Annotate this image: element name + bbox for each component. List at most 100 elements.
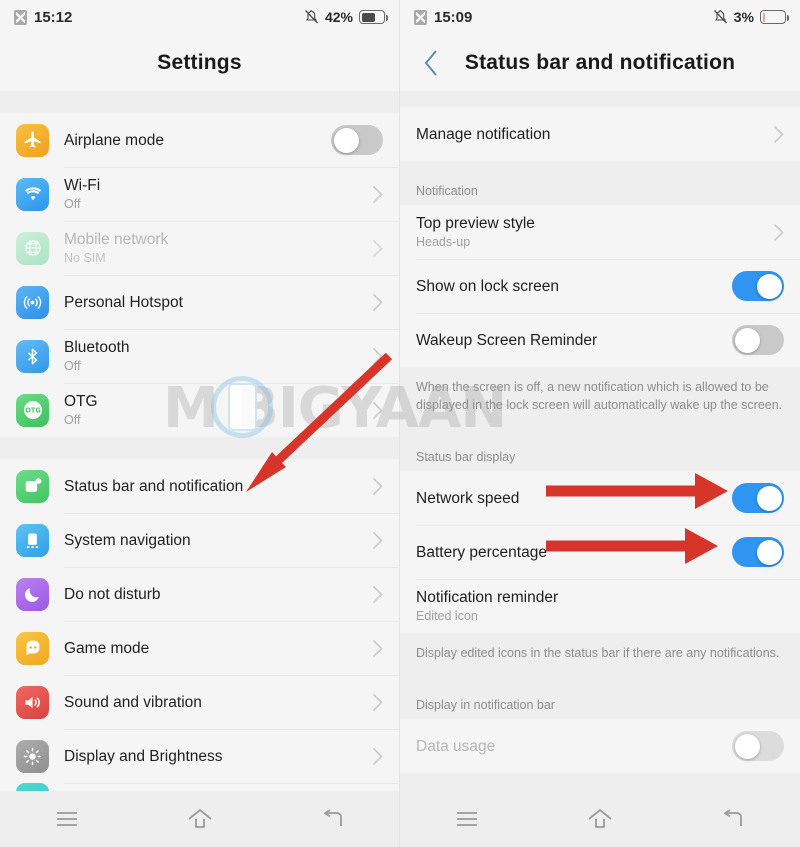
sidebar-item-sublabel: Off bbox=[64, 197, 81, 211]
sidebar-item-label: Status bar and notification bbox=[64, 477, 244, 495]
sidebar-item-status-bar-and-notification[interactable]: Status bar and notification bbox=[0, 459, 399, 513]
sidebar-item-label: Mobile network bbox=[64, 231, 169, 248]
battery-percentage-toggle[interactable] bbox=[732, 537, 784, 567]
svg-text:OTG: OTG bbox=[25, 407, 41, 415]
data-usage-toggle[interactable] bbox=[732, 731, 784, 761]
right-phone-panel: 15:09 3% Status bar and notification Man… bbox=[400, 0, 800, 847]
chevron-right-icon bbox=[773, 125, 784, 144]
row-wakeup-screen-reminder[interactable]: Wakeup Screen Reminder bbox=[400, 313, 800, 367]
list-gap bbox=[0, 437, 399, 459]
left-status-bar: 15:12 42% bbox=[0, 0, 399, 34]
row-label: Network speed bbox=[416, 489, 520, 507]
home-button[interactable] bbox=[572, 799, 628, 839]
game-mode-icon bbox=[16, 631, 49, 665]
left-phone-panel: 15:12 42% Settings Airplane mode Wi-Fi O… bbox=[0, 0, 400, 847]
row-label: Manage notification bbox=[416, 125, 551, 143]
chevron-right-icon bbox=[372, 293, 383, 312]
airplane-mode-toggle[interactable] bbox=[331, 125, 383, 155]
sidebar-item-airplane-mode[interactable]: Airplane mode bbox=[0, 113, 399, 167]
screenshot-root: 15:12 42% Settings Airplane mode Wi-Fi O… bbox=[0, 0, 800, 847]
chevron-right-icon bbox=[773, 223, 784, 242]
chevron-right-icon bbox=[372, 347, 383, 366]
chevron-right-icon bbox=[372, 693, 383, 712]
row-texts: Personal Hotspot bbox=[64, 293, 362, 312]
row-texts: Data usage bbox=[416, 737, 722, 756]
sidebar-item-label: Airplane mode bbox=[64, 131, 164, 149]
manage-notification-group: Manage notification bbox=[400, 107, 800, 161]
sidebar-item-mobile-network[interactable]: Mobile network No SIM bbox=[0, 221, 399, 275]
back-navigation-button[interactable] bbox=[414, 46, 448, 80]
recents-button[interactable] bbox=[439, 799, 495, 839]
network-speed-toggle[interactable] bbox=[732, 483, 784, 513]
row-texts: Network speed bbox=[416, 489, 722, 508]
row-texts: Battery percentage bbox=[416, 543, 722, 562]
right-status-bar: 15:09 3% bbox=[400, 0, 800, 34]
row-texts: Display and Brightness bbox=[64, 747, 362, 766]
show-on-lock-screen-toggle[interactable] bbox=[732, 271, 784, 301]
sim-card-off-icon bbox=[414, 9, 427, 25]
sidebar-item-sound-and-vibration[interactable]: Sound and vibration bbox=[0, 675, 399, 729]
row-network-speed[interactable]: Network speed bbox=[400, 471, 800, 525]
row-texts: Top preview style Heads-up bbox=[416, 214, 763, 250]
sidebar-item-wifi[interactable]: Wi-Fi Off bbox=[0, 167, 399, 221]
airplane-icon bbox=[16, 123, 49, 157]
sidebar-item-do-not-disturb[interactable]: Do not disturb bbox=[0, 567, 399, 621]
sidebar-item-personal-hotspot[interactable]: Personal Hotspot bbox=[0, 275, 399, 329]
row-notification-reminder[interactable]: Notification reminder Edited icon bbox=[400, 579, 800, 633]
status-bar-left: 15:09 bbox=[414, 9, 472, 26]
sidebar-item-display-and-brightness[interactable]: Display and Brightness bbox=[0, 729, 399, 783]
display-in-notification-bar-group: Data usage bbox=[400, 719, 800, 773]
back-button[interactable] bbox=[305, 799, 361, 839]
recents-button[interactable] bbox=[39, 799, 95, 839]
wakeup-screen-reminder-toggle[interactable] bbox=[732, 325, 784, 355]
sidebar-item-label: System navigation bbox=[64, 531, 191, 549]
status-bar-icon bbox=[16, 469, 49, 503]
status-bar-display-group: Network speed Battery percentage Notific… bbox=[400, 471, 800, 633]
sidebar-item-bluetooth[interactable]: Bluetooth Off bbox=[0, 329, 399, 383]
sidebar-item-sublabel: No SIM bbox=[64, 251, 106, 265]
sidebar-item-game-mode[interactable]: Game mode bbox=[0, 621, 399, 675]
row-top-preview-style[interactable]: Top preview style Heads-up bbox=[400, 205, 800, 259]
wifi-icon bbox=[16, 177, 49, 211]
sidebar-item-label: Do not disturb bbox=[64, 585, 161, 603]
row-texts: Wi-Fi Off bbox=[64, 176, 362, 212]
chevron-right-icon bbox=[372, 477, 383, 496]
status-bar-time: 15:12 bbox=[34, 8, 73, 26]
back-button[interactable] bbox=[705, 799, 761, 839]
status-bar-right: 3% bbox=[713, 9, 789, 25]
row-data-usage[interactable]: Data usage bbox=[400, 719, 800, 773]
list-gap bbox=[400, 427, 800, 443]
edited-icons-description: Display edited icons in the status bar i… bbox=[400, 633, 800, 675]
row-texts: Mobile network No SIM bbox=[64, 230, 362, 266]
section-header-status-bar-display: Status bar display bbox=[400, 443, 800, 471]
sidebar-item-label: Bluetooth bbox=[64, 339, 130, 356]
home-button[interactable] bbox=[172, 799, 228, 839]
bell-muted-icon bbox=[713, 9, 728, 25]
sidebar-item-system-navigation[interactable]: System navigation bbox=[0, 513, 399, 567]
section-header-notification: Notification bbox=[400, 177, 800, 205]
row-manage-notification[interactable]: Manage notification bbox=[400, 107, 800, 161]
sim-card-off-icon bbox=[14, 9, 27, 25]
row-label: Notification reminder bbox=[416, 589, 559, 606]
row-sublabel: Heads-up bbox=[416, 235, 471, 249]
row-texts: System navigation bbox=[64, 531, 362, 550]
row-battery-percentage[interactable]: Battery percentage bbox=[400, 525, 800, 579]
row-sublabel: Edited icon bbox=[416, 609, 478, 623]
chevron-right-icon bbox=[372, 185, 383, 204]
settings-group-system: Status bar and notification System navig… bbox=[0, 459, 399, 816]
chevron-right-icon bbox=[372, 401, 383, 420]
wakeup-screen-reminder-description: When the screen is off, a new notificati… bbox=[400, 367, 800, 427]
status-bar-time: 15:09 bbox=[434, 8, 473, 26]
row-texts: Airplane mode bbox=[64, 131, 321, 150]
chevron-right-icon bbox=[372, 747, 383, 766]
globe-icon bbox=[16, 231, 49, 265]
chevron-right-icon bbox=[372, 585, 383, 604]
row-show-on-lock-screen[interactable]: Show on lock screen bbox=[400, 259, 800, 313]
sidebar-item-otg[interactable]: OTG OTG Off bbox=[0, 383, 399, 437]
status-bar-right: 42% bbox=[304, 9, 388, 25]
chevron-right-icon bbox=[372, 639, 383, 658]
row-label: Show on lock screen bbox=[416, 277, 560, 295]
speaker-icon bbox=[16, 685, 49, 719]
battery-icon bbox=[359, 10, 388, 24]
row-texts: Do not disturb bbox=[64, 585, 362, 604]
